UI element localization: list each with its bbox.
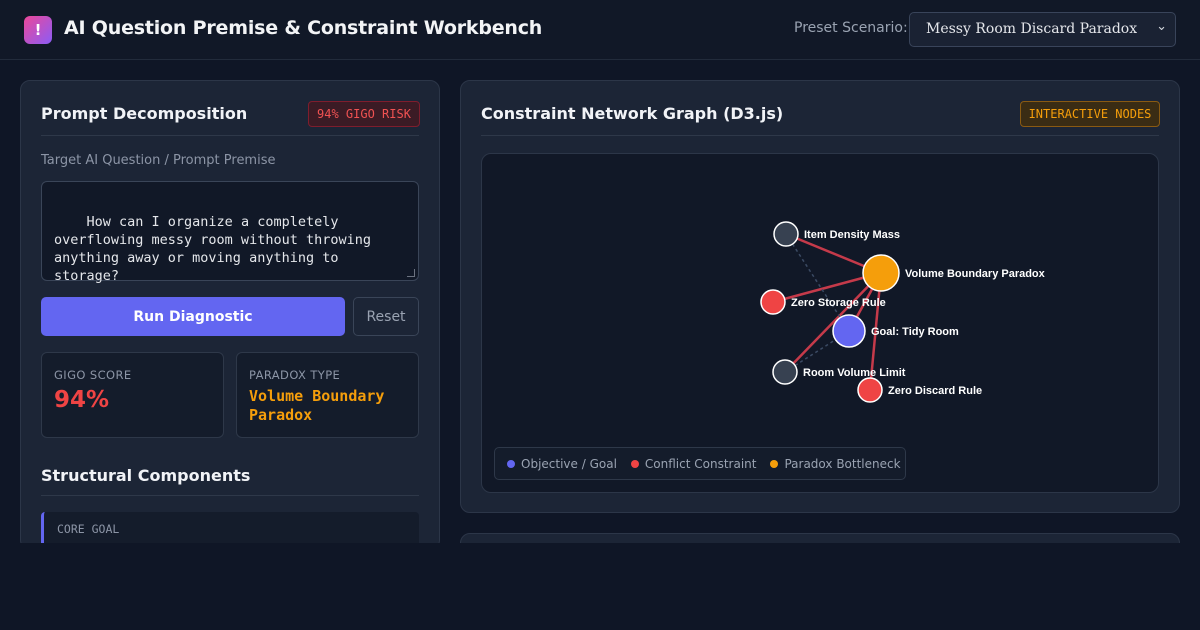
- legend-label: Conflict Constraint: [644, 456, 757, 471]
- graph-node-label: Zero Discard Rule: [888, 385, 982, 397]
- legend-item: Paradox Bottleneck: [770, 456, 901, 471]
- chevron-down-icon: ⌄: [1156, 19, 1167, 34]
- structural-components-title: Structural Components: [41, 466, 251, 485]
- prompt-textarea[interactable]: How can I organize a completely overflow…: [41, 181, 419, 284]
- graph-edge: [785, 233, 850, 332]
- constraint-graph-svg[interactable]: Item Density Mass Volume Boundary Paradox…: [482, 154, 1159, 493]
- graph-node-goal[interactable]: [832, 314, 866, 348]
- graph-node-label: Item Density Mass: [804, 229, 900, 241]
- gigo-score-card: GIGO SCORE 94%: [41, 352, 224, 438]
- prompt-field-label: Target AI Question / Prompt Premise: [41, 153, 276, 168]
- page-background: [0, 543, 1200, 630]
- resize-handle[interactable]: [407, 269, 415, 277]
- graph-node-label: Room Volume Limit: [803, 367, 906, 379]
- app-logo-icon: !: [24, 16, 52, 44]
- graph-node-label: Volume Boundary Paradox: [905, 268, 1046, 280]
- divider: [41, 135, 419, 136]
- preset-selected-value: Messy Room Discard Paradox: [926, 21, 1138, 37]
- graph-edge: [784, 272, 882, 373]
- component-label: CORE GOAL: [57, 522, 120, 536]
- divider: [41, 495, 419, 496]
- prompt-decomposition-panel: Prompt Decomposition 94% GIGO RISK Targe…: [20, 80, 440, 552]
- graph-node-paradox[interactable]: [862, 254, 900, 292]
- legend-dot-icon: [630, 459, 639, 468]
- legend-dot-icon: [507, 459, 515, 468]
- run-diagnostic-button[interactable]: Run Diagnostic: [41, 297, 345, 336]
- preset-scenario-label: Preset Scenario:: [794, 20, 908, 36]
- paradox-type-card: PARADOX TYPE Volume Boundary Paradox: [236, 352, 419, 438]
- graph-node-density[interactable]: [773, 221, 799, 247]
- graph-legend: Objective / Goal Conflict Constraint Parad…: [494, 447, 906, 480]
- constraint-graph[interactable]: Item Density Mass Volume Boundary Paradox…: [481, 153, 1159, 493]
- gigo-score-label: GIGO SCORE: [54, 368, 132, 382]
- interactive-nodes-badge: INTERACTIVE NODES: [1020, 101, 1160, 127]
- reset-button[interactable]: Reset: [353, 297, 419, 336]
- paradox-type-value: Volume Boundary Paradox: [249, 387, 385, 424]
- legend-dot-icon: [770, 459, 779, 468]
- preset-scenario-select[interactable]: Messy Room Discard Paradox ⌄: [909, 12, 1176, 47]
- panel-title: Constraint Network Graph (D3.js): [481, 104, 784, 123]
- legend-label: Paradox Bottleneck: [784, 456, 901, 471]
- constraint-network-panel: Constraint Network Graph (D3.js) INTERAC…: [460, 80, 1180, 513]
- graph-node-storage[interactable]: [760, 289, 786, 315]
- prompt-text: How can I organize a completely overflow…: [54, 214, 371, 284]
- gigo-score-value: 94%: [54, 387, 110, 413]
- app-title: AI Question Premise & Constraint Workben…: [64, 17, 543, 39]
- legend-label: Objective / Goal: [521, 456, 617, 471]
- paradox-type-label: PARADOX TYPE: [249, 368, 341, 382]
- legend-item: Conflict Constraint: [630, 456, 757, 471]
- graph-node-discard[interactable]: [857, 377, 883, 403]
- graph-node-label: Zero Storage Rule: [791, 297, 886, 309]
- panel-title: Prompt Decomposition: [41, 104, 248, 123]
- graph-node-label: Goal: Tidy Room: [871, 326, 959, 338]
- gigo-risk-badge: 94% GIGO RISK: [308, 101, 420, 127]
- divider: [481, 135, 1159, 136]
- legend-item: Objective / Goal: [507, 457, 617, 471]
- app-header: ! AI Question Premise & Constraint Workb…: [0, 0, 1200, 60]
- graph-node-volume[interactable]: [772, 359, 798, 385]
